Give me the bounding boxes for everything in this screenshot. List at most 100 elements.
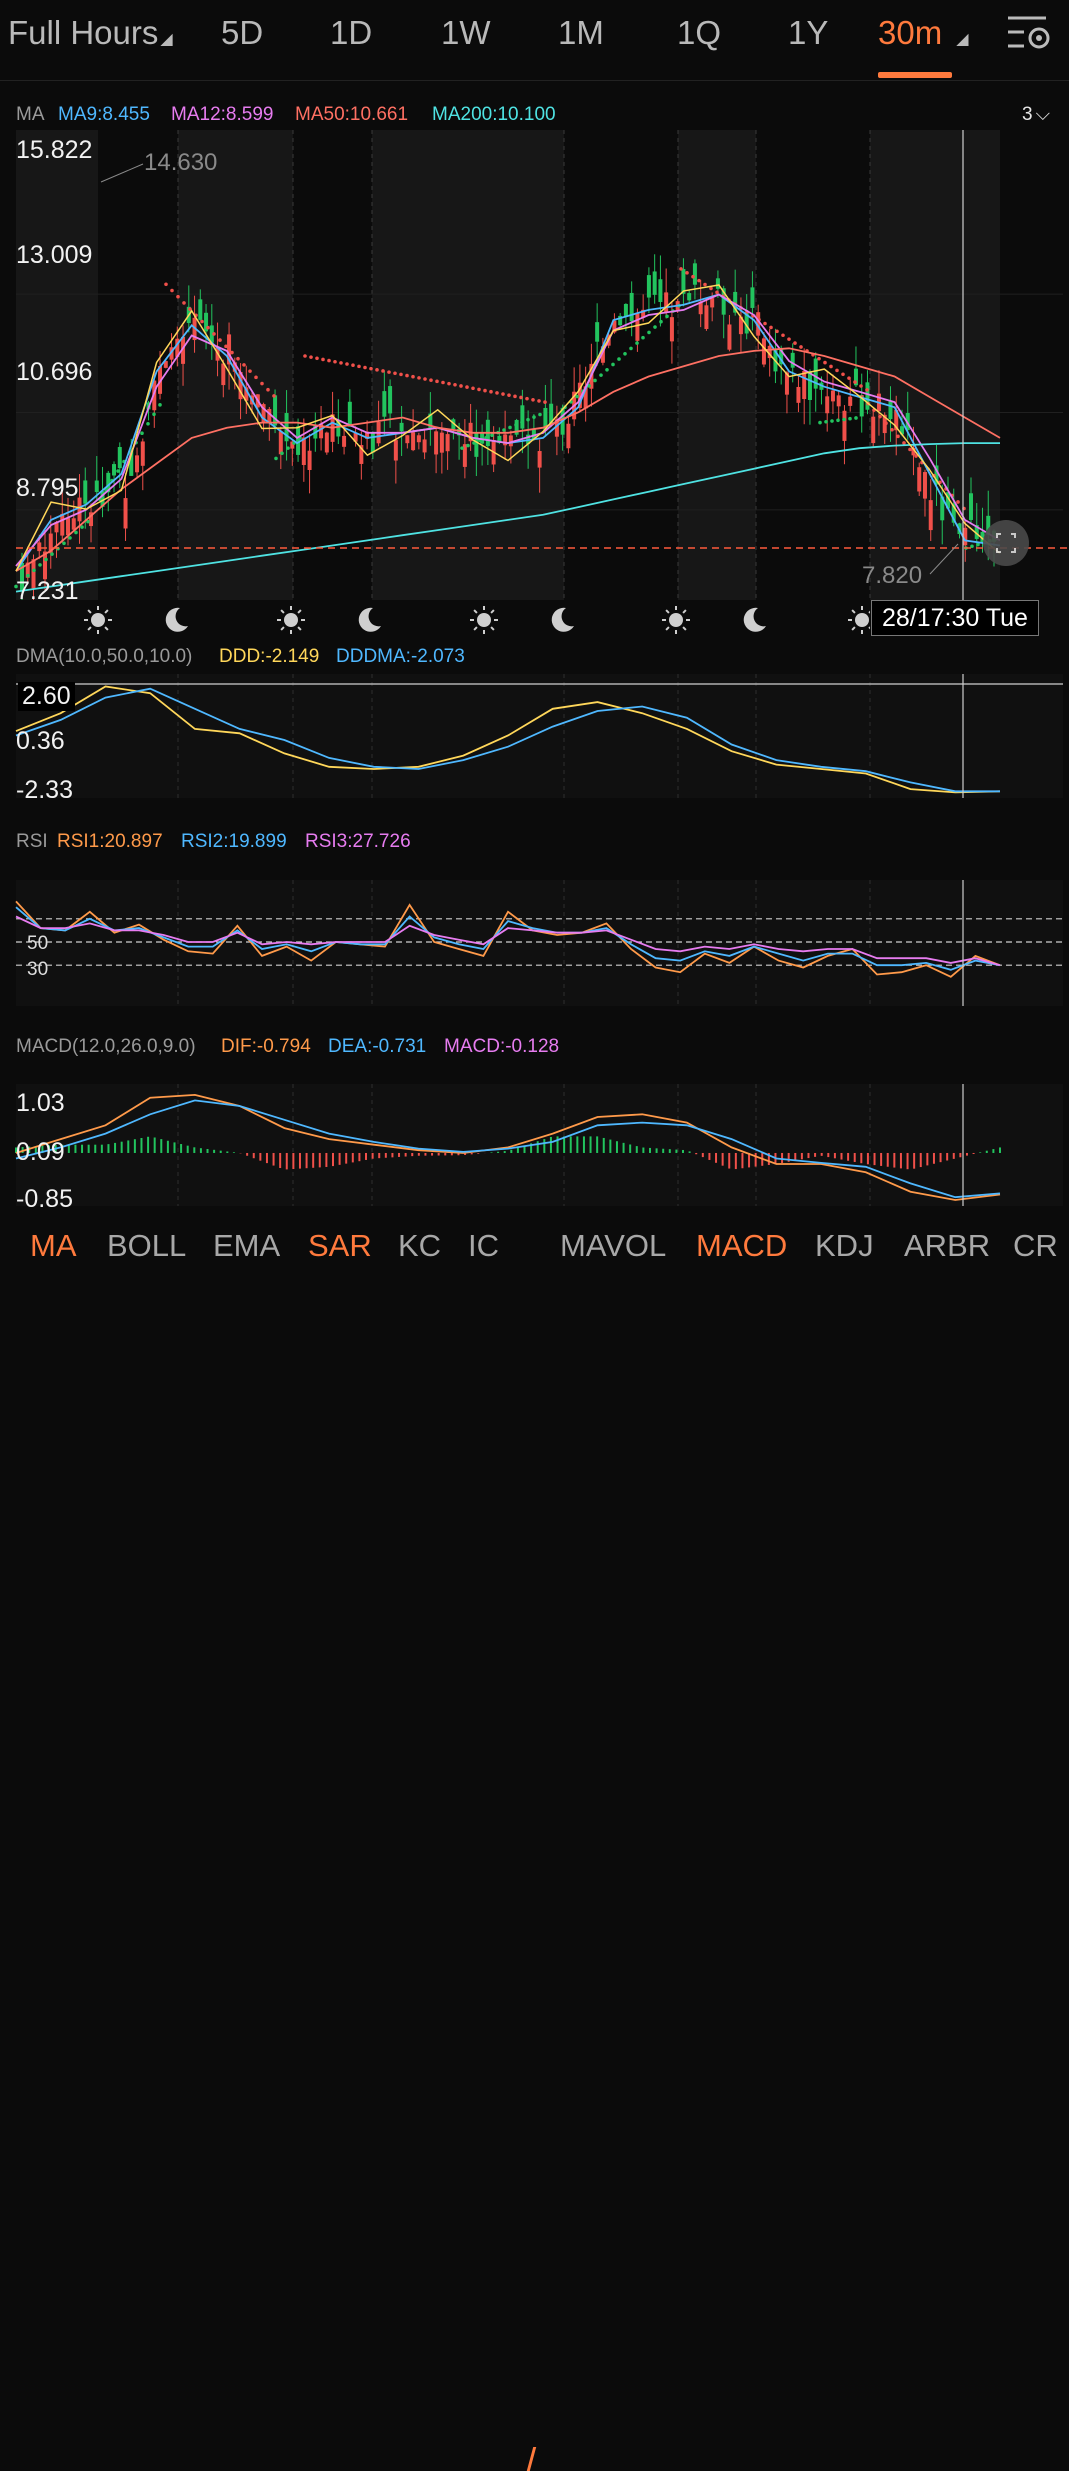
exit-crosshair-button[interactable]	[983, 520, 1029, 566]
sun-core	[669, 613, 683, 627]
sar-dot	[435, 379, 439, 384]
sar-dot	[513, 394, 517, 399]
sun-core	[477, 613, 491, 627]
panel-background	[16, 1084, 1063, 1206]
nav-mavol[interactable]: MAVOL	[560, 1228, 666, 1264]
sar-dot	[818, 420, 822, 425]
candle-body	[704, 305, 709, 329]
sar-dot	[429, 378, 433, 382]
tab-full-hours[interactable]: Full Hours ◢	[8, 14, 173, 52]
price-axis-label-3: 10.696	[16, 358, 93, 386]
sun-ray	[868, 626, 870, 630]
candle-body	[60, 513, 65, 536]
moon-shape	[165, 607, 188, 632]
nav-sar[interactable]: SAR	[308, 1228, 372, 1264]
macd-chart[interactable]	[0, 1084, 1069, 1212]
rsi-chart[interactable]	[0, 880, 1069, 1006]
nav-kdj[interactable]: KDJ	[815, 1228, 874, 1264]
candle-body	[790, 352, 795, 368]
tab-5d[interactable]: 5D	[221, 14, 263, 52]
tab-1w[interactable]: 1W	[441, 14, 491, 52]
sar-dot	[685, 271, 689, 275]
sar-dot	[902, 441, 906, 445]
candle-body	[635, 313, 640, 341]
ma9-value: MA9:8.455	[58, 104, 150, 125]
sar-dot	[236, 356, 240, 361]
candle-body	[370, 432, 375, 453]
tab-1m[interactable]: 1M	[558, 14, 604, 52]
nav-cr[interactable]: CR	[1013, 1228, 1058, 1264]
candle-body	[692, 263, 697, 285]
candle-body	[595, 322, 600, 342]
sar-dot	[116, 469, 120, 473]
nav-ema[interactable]: EMA	[213, 1228, 280, 1264]
tab-30m[interactable]: 30m ◢	[878, 14, 969, 52]
sar-dot	[459, 384, 463, 388]
sun-ray	[851, 609, 856, 614]
chart-settings-icon[interactable]	[1006, 14, 1054, 54]
candle-body	[278, 431, 283, 455]
sun-ray	[87, 626, 92, 631]
sar-dot	[286, 446, 290, 450]
sun-ray	[280, 609, 285, 614]
candle-body	[347, 401, 352, 427]
candle-body	[140, 441, 145, 466]
candle-body	[917, 467, 922, 492]
sar-dot	[303, 354, 307, 358]
sun-icon	[277, 606, 305, 634]
sar-dot	[140, 431, 144, 436]
sar-dot	[351, 363, 355, 368]
candle-body	[422, 439, 427, 453]
nav-ma[interactable]: MA	[30, 1228, 77, 1264]
nav-ic[interactable]: IC	[468, 1228, 499, 1264]
sar-dot	[266, 387, 270, 392]
sar-dot	[381, 369, 385, 373]
dropdown-arrow-icon: ◢	[956, 31, 969, 48]
nav-macd[interactable]: MACD	[696, 1228, 787, 1264]
price-chart[interactable]	[0, 130, 1069, 600]
sun-icon	[470, 606, 498, 634]
candle-body	[296, 426, 301, 455]
candle-body	[123, 498, 128, 529]
sar-dot	[525, 396, 529, 401]
sar-dot	[32, 568, 36, 573]
ma-count-selector[interactable]: 3 ⌵	[1022, 104, 1050, 126]
candle-body	[646, 275, 651, 298]
tab-1q[interactable]: 1Q	[677, 14, 721, 52]
rsi-title: RSI	[16, 831, 48, 852]
sar-dot	[697, 278, 701, 283]
sar-dot	[841, 372, 845, 377]
nav-arbr[interactable]: ARBR	[904, 1228, 990, 1264]
sun-ray	[473, 626, 478, 631]
sar-dot	[835, 368, 839, 373]
sar-dot	[387, 370, 391, 374]
sar-dot	[890, 427, 894, 432]
candle-body	[825, 396, 830, 414]
candle-body	[623, 303, 628, 317]
dma-chart[interactable]	[0, 674, 1069, 800]
candle-body	[830, 390, 835, 402]
candle-body	[135, 455, 140, 473]
sar-dot	[280, 451, 284, 456]
sar-dot	[405, 373, 409, 378]
candle-body	[848, 396, 853, 406]
sar-dot	[502, 428, 506, 432]
sar-dot	[158, 403, 162, 407]
sar-dot	[44, 557, 48, 562]
candle-body	[112, 464, 117, 476]
dma-axis-label-high: 2.60	[18, 682, 75, 711]
candle-body	[802, 370, 807, 400]
candle-body	[508, 435, 513, 447]
sar-dot	[896, 434, 900, 439]
sar-dot	[665, 314, 669, 319]
sar-dot	[453, 383, 457, 387]
candle-body	[727, 324, 732, 350]
tab-1y[interactable]: 1Y	[788, 14, 828, 52]
nav-boll[interactable]: BOLL	[107, 1228, 186, 1264]
sun-ray	[682, 609, 687, 614]
sar-dot	[50, 552, 54, 556]
tab-1d[interactable]: 1D	[330, 14, 372, 52]
high-price-label: 14.630	[144, 149, 218, 176]
sun-ray	[665, 609, 670, 614]
nav-kc[interactable]: KC	[398, 1228, 441, 1264]
